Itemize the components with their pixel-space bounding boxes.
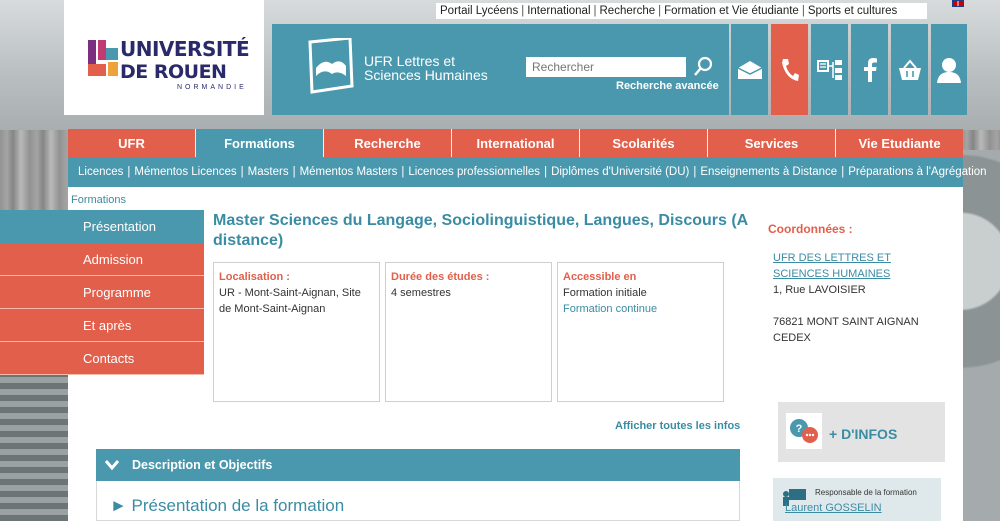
- subnav-mementos-masters[interactable]: Mémentos Masters: [300, 166, 398, 178]
- info-label: Accessible en: [563, 271, 637, 283]
- info-value: Formation initiale: [563, 287, 647, 299]
- logo-text-line1: UNIVERSITÉ: [120, 37, 250, 61]
- left-menu: Présentation Admission Programme Et aprè…: [0, 210, 204, 375]
- address-line2: 76821 MONT SAINT AIGNAN CEDEX: [773, 316, 919, 344]
- logo-mark-icon: [88, 40, 118, 76]
- separator: |: [521, 5, 525, 17]
- show-all-info-link[interactable]: Afficher toutes les infos: [615, 420, 740, 432]
- phone-tile[interactable]: [771, 24, 808, 115]
- nav-ufr[interactable]: UFR: [68, 129, 196, 157]
- top-link-formation-vie[interactable]: Formation et Vie étudiante: [664, 5, 799, 17]
- user-tile[interactable]: [931, 24, 967, 115]
- book-logo-icon[interactable]: [304, 38, 356, 96]
- subnav-masters[interactable]: Masters: [248, 166, 289, 178]
- nav-scolarites[interactable]: Scolarités: [580, 129, 708, 157]
- sitemap-icon: [816, 59, 842, 80]
- coordinates-block: UFR DES LETTRES ET SCIENCES HUMAINES 1, …: [773, 250, 938, 346]
- subnav-du[interactable]: Diplômes d'Université (DU): [551, 166, 689, 178]
- sitemap-tile[interactable]: [811, 24, 848, 115]
- left-menu-et-apres[interactable]: Et après: [0, 309, 204, 342]
- ufr-link[interactable]: UFR DES LETTRES ET SCIENCES HUMAINES: [773, 252, 891, 280]
- separator: |: [240, 166, 244, 178]
- advanced-search-link[interactable]: Recherche avancée: [616, 80, 719, 92]
- nav-recherche[interactable]: Recherche: [324, 129, 452, 157]
- background-building: [0, 360, 68, 521]
- chat-bubbles-icon: ?: [790, 419, 818, 443]
- separator: |: [401, 166, 405, 178]
- top-link-sports[interactable]: Sports et cultures: [808, 5, 897, 17]
- nav-vie-etudiante[interactable]: Vie Etudiante: [836, 129, 963, 157]
- left-menu-presentation[interactable]: Présentation: [0, 210, 204, 243]
- page-title: Master Sciences du Langage, Sociolinguis…: [213, 212, 748, 249]
- left-menu-programme[interactable]: Programme: [0, 276, 204, 309]
- separator: |: [841, 166, 845, 178]
- separator: |: [658, 5, 662, 17]
- subnav-licences[interactable]: Licences: [78, 166, 123, 178]
- ufr-title-line2: Sciences Humaines: [364, 67, 488, 83]
- user-icon: [937, 57, 961, 83]
- ufr-title-line1: UFR Lettres et: [364, 53, 456, 69]
- logo-text-line2: DE ROUEN: [120, 61, 227, 83]
- address-line1: 1, Rue LAVOISIER: [773, 284, 866, 296]
- info-label: Localisation :: [219, 271, 290, 283]
- subnav-distance[interactable]: Enseignements à Distance: [700, 166, 837, 178]
- university-logo[interactable]: UNIVERSITÉ DE ROUEN NORMANDIE: [64, 0, 264, 115]
- formation-continue-link[interactable]: Formation continue: [563, 301, 718, 317]
- nav-services[interactable]: Services: [708, 129, 836, 157]
- subnav-mementos-licences[interactable]: Mémentos Licences: [134, 166, 236, 178]
- responsible-label: Responsable de la formation: [815, 488, 917, 497]
- top-link-recherche[interactable]: Recherche: [600, 5, 656, 17]
- info-label: Durée des études :: [391, 271, 490, 283]
- info-box-localisation: Localisation : UR - Mont-Saint-Aignan, S…: [213, 262, 380, 402]
- nav-formations[interactable]: Formations: [196, 129, 324, 157]
- info-box-accessible: Accessible en Formation initiale Formati…: [557, 262, 724, 402]
- separator: |: [593, 5, 597, 17]
- logo-text-line3: NORMANDIE: [177, 84, 247, 91]
- accordion-description[interactable]: Description et Objectifs: [96, 449, 740, 481]
- section-title[interactable]: ► Présentation de la formation: [110, 496, 344, 516]
- subnav-agregation[interactable]: Préparations à l'Agrégation: [848, 166, 986, 178]
- mail-tile[interactable]: [731, 24, 768, 115]
- mail-icon: [737, 60, 762, 79]
- top-link-international[interactable]: International: [527, 5, 590, 17]
- breadcrumb[interactable]: Formations: [71, 194, 126, 206]
- search-icon[interactable]: [693, 56, 713, 78]
- left-menu-admission[interactable]: Admission: [0, 243, 204, 276]
- ufr-title[interactable]: UFR Lettres et Sciences Humaines: [364, 54, 488, 82]
- info-value: 4 semestres: [391, 287, 451, 299]
- coordinates-title: Coordonnées :: [768, 222, 853, 236]
- plus-info-box[interactable]: ? + D'INFOS: [778, 402, 945, 462]
- separator: |: [127, 166, 131, 178]
- nav-international[interactable]: International: [452, 129, 580, 157]
- phone-icon: [781, 58, 799, 81]
- facebook-icon: [863, 57, 877, 82]
- separator: |: [292, 166, 296, 178]
- search-input[interactable]: [526, 57, 686, 77]
- left-menu-contacts[interactable]: Contacts: [0, 342, 204, 375]
- chat-icon-wrap: ?: [786, 413, 822, 449]
- subnav-licences-pro[interactable]: Licences professionnelles: [408, 166, 540, 178]
- accordion-title: Description et Objectifs: [132, 458, 273, 472]
- separator: |: [544, 166, 548, 178]
- responsible-box: Responsable de la formation Laurent GOSS…: [773, 478, 941, 521]
- info-box-duree: Durée des études : 4 semestres: [385, 262, 552, 402]
- plus-info-label: + D'INFOS: [829, 426, 898, 442]
- separator: |: [693, 166, 697, 178]
- basket-tile[interactable]: [891, 24, 928, 115]
- ufr-banner: UFR Lettres et Sciences Humaines Recherc…: [272, 24, 729, 115]
- svg-text:?: ?: [796, 423, 803, 435]
- top-links-bar: Portail Lycéens | International | Recher…: [436, 3, 928, 19]
- sub-nav: Licences | Mémentos Licences | Masters |…: [68, 157, 987, 187]
- chevron-down-icon: [104, 460, 120, 471]
- responsible-name-link[interactable]: Laurent GOSSELIN: [785, 502, 882, 514]
- main-nav: UFR Formations Recherche International S…: [68, 129, 963, 157]
- english-flag-icon[interactable]: [952, 0, 964, 7]
- info-value: UR - Mont-Saint-Aignan, Site de Mont-Sai…: [219, 287, 361, 315]
- basket-icon: [898, 58, 921, 80]
- top-link-portail[interactable]: Portail Lycéens: [440, 5, 518, 17]
- facebook-tile[interactable]: [851, 24, 888, 115]
- separator: |: [801, 5, 805, 17]
